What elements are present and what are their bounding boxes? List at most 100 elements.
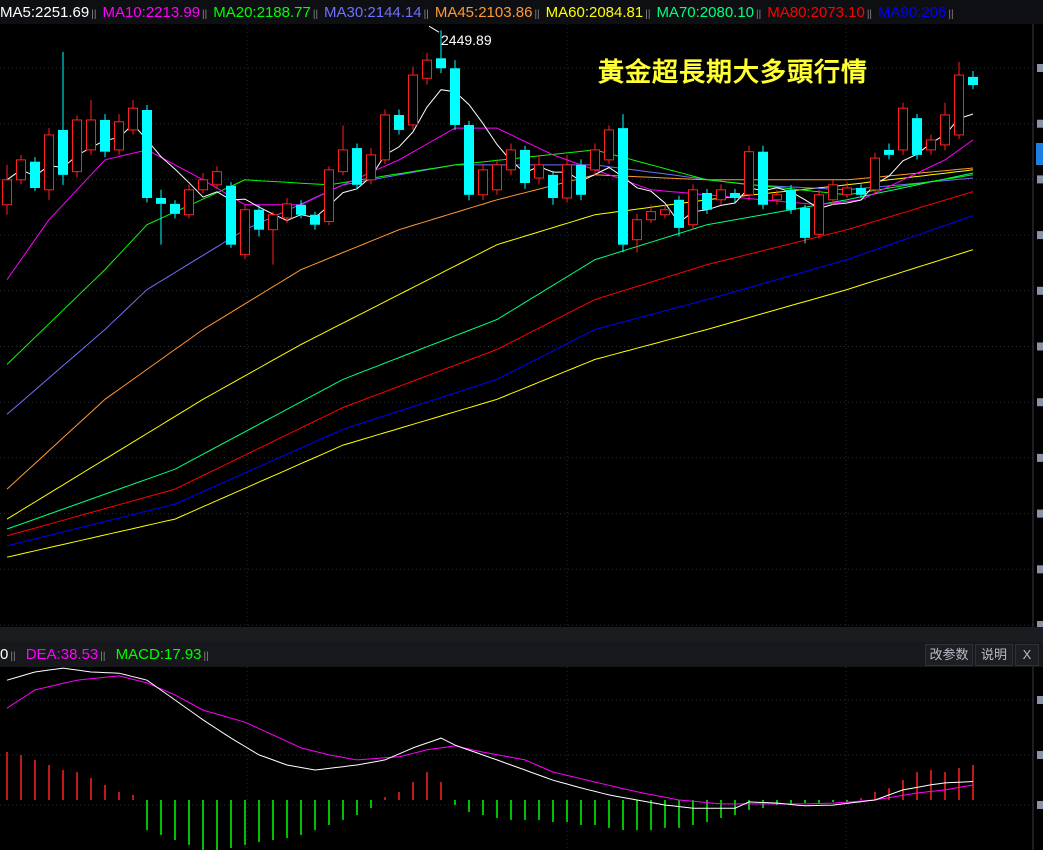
legend-label: MA20: [213, 4, 257, 21]
candle-body [198, 179, 208, 191]
axis-tick-label-fragment [1037, 175, 1043, 184]
dea-line [6, 675, 974, 805]
candle-body [744, 151, 754, 196]
kline-chart[interactable] [0, 0, 1043, 850]
candle [828, 179, 838, 205]
candle-body [506, 149, 516, 171]
axis-tick-label-fragment [1037, 64, 1043, 72]
legend-value: 2103.86 [478, 4, 533, 21]
candle [422, 52, 432, 85]
candle-body [702, 192, 712, 210]
candle-body [44, 134, 54, 191]
candle-body [842, 187, 852, 196]
legend-label: MA10: [102, 4, 146, 21]
candle-body [646, 211, 656, 221]
legend-value: 2084.81 [589, 4, 644, 21]
legend-ma60: MA60:2084.81 || [545, 4, 651, 21]
candle [114, 114, 124, 155]
candle-body [492, 164, 502, 191]
macd-indicator [6, 667, 974, 850]
legend-value: 2144.14 [367, 4, 422, 21]
price-axis [1032, 22, 1043, 850]
ma-line-ma80 [6, 191, 974, 537]
candle [744, 145, 754, 201]
candle-body [912, 118, 922, 155]
candle-body [142, 109, 152, 198]
legend-ma10: MA10:2213.99 || [102, 4, 208, 21]
candle-body [30, 161, 40, 188]
ma-line-ma70 [6, 172, 974, 530]
legend-value: 206 [921, 4, 947, 21]
candle [408, 66, 418, 130]
candle-body [758, 151, 768, 205]
legend-label: MA45: [434, 4, 479, 21]
legend-label: MA90: [878, 4, 922, 21]
candle [520, 145, 530, 189]
candle-body [296, 204, 306, 215]
candle [912, 114, 922, 160]
candle-body [562, 164, 572, 199]
help-button[interactable]: 说明 [975, 644, 1013, 666]
candle [44, 128, 54, 200]
dea-value: DEA:38.53 [25, 646, 99, 663]
legend-value: 2080.10 [699, 4, 755, 21]
candle [450, 60, 460, 130]
axis-tick-label-fragment [1037, 119, 1043, 128]
legend-ma90: MA90:206 || [878, 4, 954, 21]
candle-body [240, 209, 250, 256]
legend-ma30: MA30:2144.14 || [324, 4, 429, 21]
candle [198, 173, 208, 194]
legend-label: MA5: [0, 4, 36, 21]
candle [2, 164, 12, 215]
candle-body [408, 74, 418, 126]
candle-body [72, 119, 82, 173]
candle-body [800, 207, 810, 238]
candle-body [2, 179, 12, 206]
candle [926, 134, 936, 155]
candle-body [212, 171, 222, 186]
candle-body [632, 219, 642, 241]
axis-tick-label-fragment [1037, 231, 1043, 240]
candle [86, 100, 96, 155]
edit-params-button[interactable]: 改参数 [925, 644, 973, 666]
close-indicator-button[interactable]: X [1015, 644, 1039, 666]
candle-body [604, 129, 614, 161]
candle [800, 204, 810, 244]
candle-body [520, 149, 530, 184]
candle [72, 115, 82, 178]
legend-value: 2213.99 [145, 4, 201, 21]
candle-body [940, 114, 950, 146]
axis-tick-label-fragment [1037, 751, 1043, 759]
candle-body [380, 114, 390, 161]
candle [16, 154, 26, 185]
pane-divider[interactable] [0, 627, 1043, 642]
candle-body [478, 169, 488, 196]
candle-body [352, 148, 362, 185]
candle [758, 145, 768, 210]
candle [212, 166, 222, 189]
candle-body [114, 121, 124, 151]
candle [604, 125, 614, 164]
candle [492, 159, 502, 195]
candle-body [464, 124, 474, 195]
candle-body [534, 164, 544, 179]
candle [954, 61, 964, 140]
legend-label: MA80: [767, 4, 811, 21]
candle [814, 189, 824, 239]
candle-body [86, 119, 96, 151]
candle [688, 184, 698, 230]
candle-body [548, 174, 558, 198]
candle [352, 143, 362, 189]
candle [100, 114, 110, 158]
candle-body [870, 157, 880, 191]
legend-ma70: MA70:2080.10 || [656, 4, 762, 21]
candle-body [590, 149, 600, 171]
candle-body [156, 197, 166, 204]
axis-tick-label-fragment [1037, 453, 1043, 462]
high-marker [428, 25, 440, 33]
candle-body [16, 159, 26, 181]
candle-body [394, 114, 404, 130]
candle [562, 154, 572, 203]
high-price-label: 2449.89 [441, 32, 492, 48]
macd-value: MACD:17.93 [115, 646, 202, 663]
